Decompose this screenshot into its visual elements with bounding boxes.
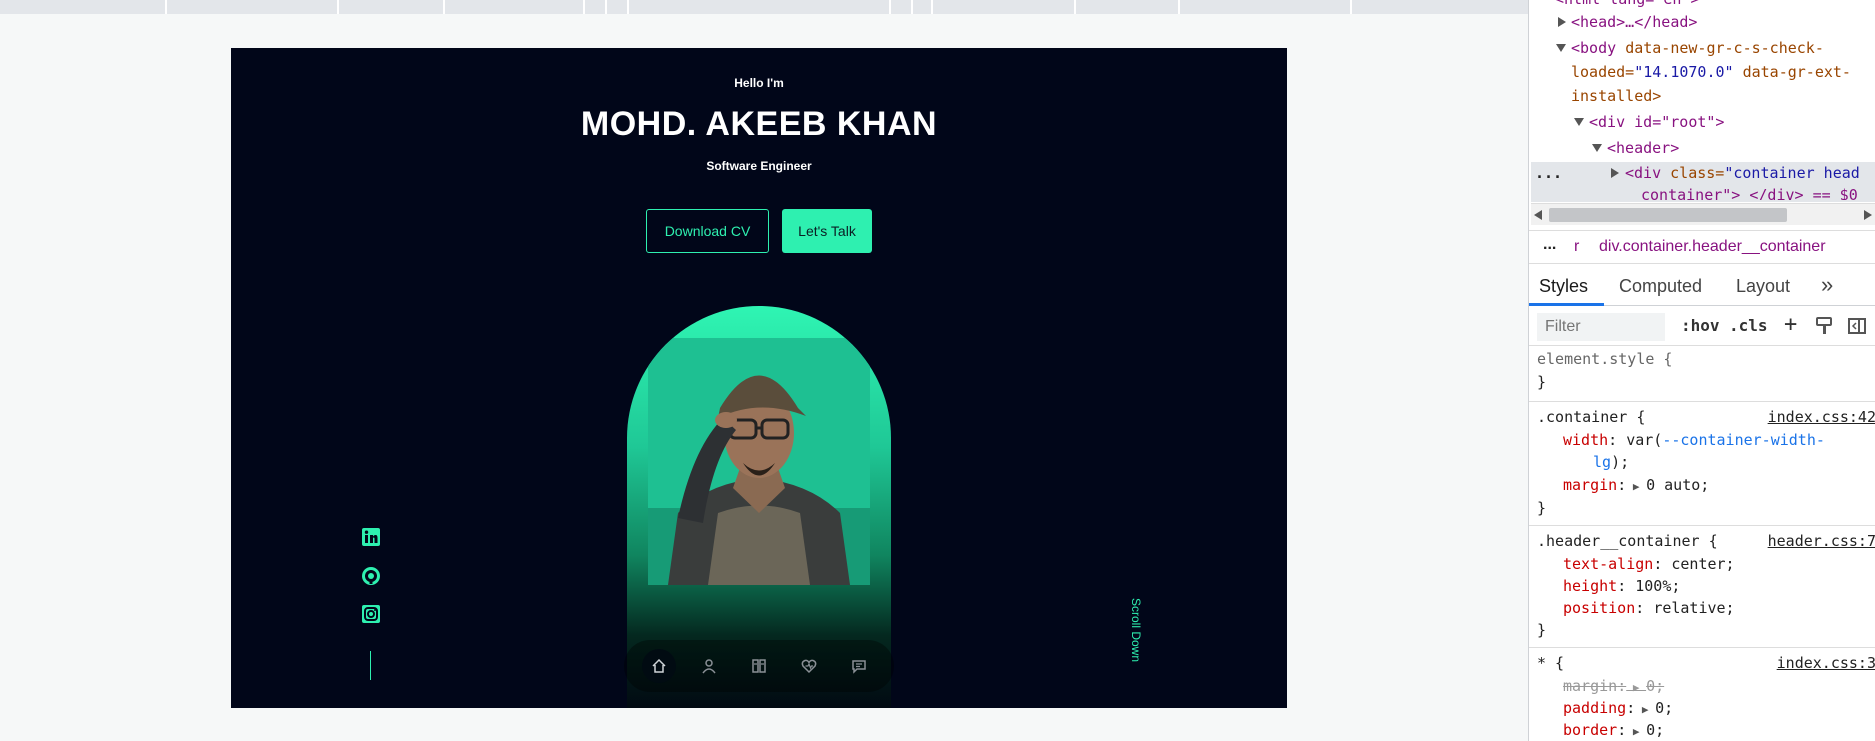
header-container-rule: .header__container { header.css:7 text-a…: [1529, 528, 1875, 648]
selected-dom-node[interactable]: ... <div class="container head container…: [1531, 162, 1875, 202]
breadcrumb: ... r div.container.header__container: [1529, 230, 1875, 264]
nav-contact-icon[interactable]: [842, 649, 876, 683]
rule-selector[interactable]: .header__container {: [1537, 532, 1718, 550]
rule-declaration[interactable]: padding: ▶ 0;: [1563, 699, 1673, 717]
hover-state-button[interactable]: :hov: [1681, 316, 1720, 335]
breadcrumb-more-icon[interactable]: ...: [1543, 236, 1556, 254]
intro-text: Hello I'm: [734, 76, 784, 90]
dom-container-line-2: container"> </div> == $0: [1641, 186, 1858, 200]
rule-declaration[interactable]: text-align: center;: [1563, 555, 1735, 573]
rule-declaration[interactable]: border: ▶ 0;: [1563, 721, 1664, 739]
dom-body-line-2: loaded="14.1070.0" data-gr-ext-: [1571, 63, 1851, 81]
paint-brush-icon[interactable]: [1814, 316, 1834, 336]
rule-declaration[interactable]: margin: ▶ 0 auto;: [1563, 476, 1709, 494]
responsive-ruler[interactable]: [0, 0, 1528, 14]
scroll-down-link[interactable]: Scroll Down: [1129, 598, 1143, 662]
devtools-tabs: Styles Computed Layout »: [1529, 266, 1875, 306]
role-text: Software Engineer: [706, 159, 812, 173]
rule-close: }: [1537, 499, 1547, 517]
rule-declaration[interactable]: position: relative;: [1563, 599, 1735, 617]
dom-horizontal-scrollbar[interactable]: [1531, 203, 1875, 225]
rule-source-link[interactable]: index.css:3: [1777, 654, 1875, 672]
cta-group: Download CV Let's Talk: [231, 209, 1287, 253]
ruler-divider: [889, 0, 891, 14]
nav-home-icon[interactable]: [642, 649, 676, 683]
rule-close: }: [1537, 373, 1547, 391]
scroll-right-icon[interactable]: [1864, 210, 1872, 220]
breadcrumb-prev[interactable]: r: [1574, 238, 1579, 256]
instagram-icon[interactable]: [362, 605, 380, 623]
social-divider-line: [370, 651, 371, 680]
container-rule: .container { index.css:42 width: var(--c…: [1529, 404, 1875, 526]
dom-body-line[interactable]: <body data-new-gr-c-s-check-: [1571, 39, 1824, 57]
rule-declaration[interactable]: height: 100%;: [1563, 577, 1680, 595]
styles-filter-input[interactable]: [1537, 313, 1665, 341]
ruler-divider: [1350, 0, 1352, 14]
dom-html-line[interactable]: <html lang="en">: [1555, 0, 1700, 8]
ruler-divider: [627, 0, 629, 14]
collapse-body-icon[interactable]: [1556, 44, 1566, 52]
expand-head-icon[interactable]: [1558, 17, 1566, 27]
ruler-divider: [443, 0, 445, 14]
rule-source-link[interactable]: index.css:42: [1768, 408, 1875, 426]
tab-layout[interactable]: Layout: [1736, 276, 1790, 297]
class-toggle-button[interactable]: .cls: [1729, 316, 1768, 335]
dom-root-line[interactable]: <div id="root">: [1589, 113, 1724, 131]
ruler-divider: [583, 0, 585, 14]
ruler-divider: [165, 0, 167, 14]
dom-header-line[interactable]: <header>: [1607, 139, 1679, 157]
active-tab-indicator: [1529, 303, 1604, 306]
ruler-divider: [1178, 0, 1180, 14]
universal-rule: * { index.css:3 margin: ▶ 0; padding: ▶ …: [1529, 650, 1875, 741]
ruler-divider: [337, 0, 339, 14]
github-icon[interactable]: [362, 567, 380, 585]
more-tabs-icon[interactable]: »: [1821, 272, 1833, 298]
rule-selector[interactable]: * {: [1537, 654, 1564, 672]
tab-styles[interactable]: Styles: [1539, 276, 1588, 297]
rule-source-link[interactable]: header.css:7: [1768, 532, 1875, 550]
ruler-divider: [605, 0, 607, 14]
nav-experience-icon[interactable]: [742, 649, 776, 683]
ruler-divider: [911, 0, 913, 14]
rule-close: }: [1537, 621, 1547, 639]
collapse-header-icon[interactable]: [1592, 144, 1602, 152]
styles-toolbar: :hov .cls +: [1529, 308, 1875, 346]
rule-selector[interactable]: .container {: [1537, 408, 1645, 426]
toggle-sidebar-icon[interactable]: [1847, 316, 1867, 336]
rule-declaration-overridden[interactable]: margin: ▶ 0;: [1563, 677, 1664, 695]
bottom-nav: [624, 640, 894, 692]
lets-talk-button[interactable]: Let's Talk: [782, 209, 872, 253]
ruler-divider: [931, 0, 933, 14]
ruler-divider: [1074, 0, 1076, 14]
nav-about-icon[interactable]: [692, 649, 726, 683]
nav-services-icon[interactable]: [792, 649, 826, 683]
rule-declaration-cont: lg);: [1593, 453, 1630, 471]
tab-computed[interactable]: Computed: [1619, 276, 1702, 297]
linkedin-icon[interactable]: [362, 528, 380, 546]
dom-body-line-3: installed>: [1571, 87, 1662, 105]
dom-head-line[interactable]: <head>…</head>: [1571, 13, 1697, 31]
devtools-panel: <html lang="en"> <head>…</head> <body da…: [1528, 0, 1875, 741]
download-cv-button[interactable]: Download CV: [646, 209, 769, 253]
page-title: MOHD. AKEEB KHAN: [580, 105, 938, 143]
scrollbar-thumb[interactable]: [1549, 208, 1787, 222]
profile-photo: [648, 338, 870, 585]
collapse-root-icon[interactable]: [1574, 118, 1584, 126]
page-viewport: Hello I'm MOHD. AKEEB KHAN Software Engi…: [231, 48, 1287, 708]
expand-container-icon[interactable]: [1611, 168, 1619, 178]
node-actions-icon[interactable]: ...: [1535, 164, 1562, 182]
rule-selector[interactable]: element.style {: [1537, 350, 1672, 368]
element-style-rule: element.style { }: [1529, 346, 1875, 402]
scroll-left-icon[interactable]: [1534, 210, 1542, 220]
breadcrumb-current[interactable]: div.container.header__container: [1599, 238, 1826, 256]
rule-declaration[interactable]: width: var(--container-width-: [1563, 431, 1825, 449]
new-rule-icon[interactable]: +: [1784, 312, 1797, 337]
